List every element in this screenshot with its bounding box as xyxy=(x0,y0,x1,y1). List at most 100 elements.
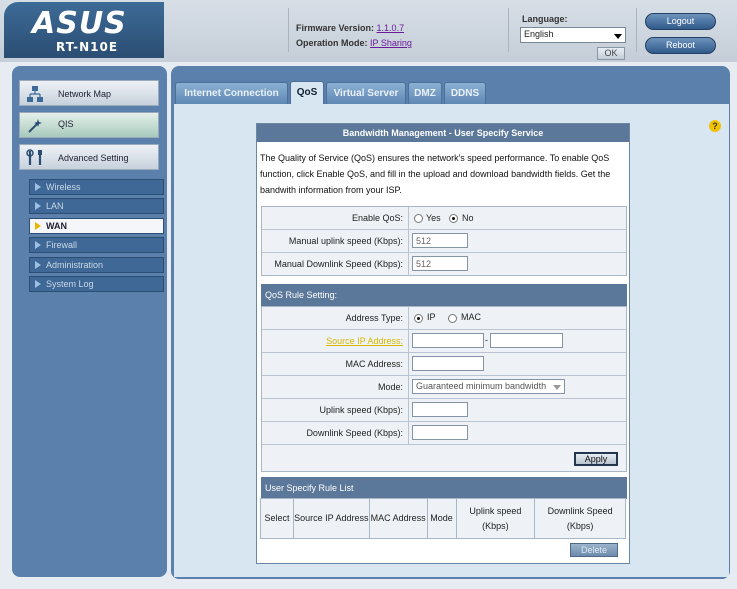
tab-internet-connection[interactable]: Internet Connection xyxy=(175,82,288,104)
triangle-right-icon xyxy=(35,261,41,269)
ip-range-separator: - xyxy=(485,335,488,345)
enable-qos-no-radio[interactable] xyxy=(449,214,458,223)
sidebar-item-system-log[interactable]: System Log xyxy=(29,276,164,292)
sidebar-item-wan[interactable]: WAN xyxy=(29,218,164,234)
sidebar-item-label: Administration xyxy=(46,260,104,270)
address-type-label: Address Type: xyxy=(345,313,403,323)
mac-address-row: MAC Address: xyxy=(262,353,626,376)
address-type-mac-radio[interactable] xyxy=(448,314,457,323)
operation-mode-row: Operation Mode: IP Sharing xyxy=(296,38,412,48)
column-header: Mode xyxy=(426,498,457,539)
column-header: Source IP Address xyxy=(292,498,370,539)
uplink-speed-label: Manual uplink speed (Kbps): xyxy=(288,236,403,246)
qos-rule-table: Address Type: IP MAC Source IP Address: … xyxy=(261,306,627,472)
rule-uplink-input[interactable] xyxy=(412,402,468,417)
chevron-down-icon xyxy=(614,34,622,39)
sidebar-item-lan[interactable]: LAN xyxy=(29,198,164,214)
ip-label: IP xyxy=(427,312,436,322)
operation-mode-label: Operation Mode: xyxy=(296,38,368,48)
tab-ddns[interactable]: DDNS xyxy=(444,82,486,104)
language-value: English xyxy=(524,29,554,39)
qos-settings-table: Enable QoS: Yes No Manual uplink speed (… xyxy=(261,206,627,276)
column-header: Select xyxy=(260,498,294,539)
source-ip-start-input[interactable] xyxy=(412,333,484,348)
column-header: Uplink speed (Kbps) xyxy=(455,498,536,539)
mode-select[interactable]: Guaranteed minimum bandwidth xyxy=(412,379,565,394)
help-icon[interactable]: ? xyxy=(709,120,721,132)
sidebar-item-label: WAN xyxy=(46,221,67,231)
table-header-row: Select Source IP Address MAC Address Mod… xyxy=(260,498,626,539)
rule-downlink-label: Downlink Speed (Kbps): xyxy=(306,428,403,438)
column-header: Downlink Speed (Kbps) xyxy=(534,498,626,539)
header-bar: ASUS RT-N10E Firmware Version: 1.1.0.7 O… xyxy=(0,0,737,62)
downlink-speed-row: Manual Downlink Speed (Kbps): xyxy=(262,253,626,276)
header-divider xyxy=(636,8,637,52)
header-divider xyxy=(288,8,289,52)
column-header: MAC Address xyxy=(368,498,428,539)
source-ip-row: Source IP Address: - xyxy=(262,330,626,353)
mac-address-label: MAC Address: xyxy=(345,359,403,369)
firmware-version-link[interactable]: 1.1.0.7 xyxy=(377,23,405,33)
rule-downlink-input[interactable] xyxy=(412,425,468,440)
panel-description: The Quality of Service (QoS) ensures the… xyxy=(260,153,611,195)
apply-button[interactable]: Apply xyxy=(574,452,618,466)
uplink-speed-row: Manual uplink speed (Kbps): xyxy=(262,230,626,253)
network-map-icon xyxy=(27,86,43,102)
triangle-right-icon xyxy=(35,202,41,210)
language-ok-button[interactable]: OK xyxy=(597,47,625,60)
reboot-button[interactable]: Reboot xyxy=(645,37,716,54)
brand-logo-box: ASUS RT-N10E xyxy=(4,2,164,58)
tab-virtual-server[interactable]: Virtual Server xyxy=(326,82,406,104)
operation-mode-link[interactable]: IP Sharing xyxy=(370,38,412,48)
mode-value: Guaranteed minimum bandwidth xyxy=(416,381,547,391)
sidebar-item-network-map[interactable]: Network Map xyxy=(19,80,159,106)
sidebar-item-wireless[interactable]: Wireless xyxy=(29,179,164,195)
logout-button[interactable]: Logout xyxy=(645,13,716,30)
mode-row: Mode: Guaranteed minimum bandwidth xyxy=(262,376,626,399)
tab-qos[interactable]: QoS xyxy=(290,81,324,105)
model-name: RT-N10E xyxy=(56,40,119,54)
sidebar-item-label: System Log xyxy=(46,279,94,289)
sidebar-item-firewall[interactable]: Firewall xyxy=(29,237,164,253)
delete-button[interactable]: Delete xyxy=(570,543,618,557)
source-ip-label[interactable]: Source IP Address: xyxy=(262,336,407,346)
qos-rule-setting-heading: QoS Rule Setting: xyxy=(261,284,627,306)
enable-qos-yes-radio[interactable] xyxy=(414,214,423,223)
uplink-speed-input[interactable] xyxy=(412,233,468,248)
sidebar-item-label: Wireless xyxy=(46,182,81,192)
triangle-right-icon xyxy=(35,183,41,191)
sidebar-item-label: Network Map xyxy=(58,89,112,99)
wand-icon xyxy=(28,119,42,133)
triangle-right-icon xyxy=(35,280,41,288)
rule-list-heading: User Specify Rule List xyxy=(261,477,627,499)
tools-icon xyxy=(26,149,42,165)
sidebar-item-administration[interactable]: Administration xyxy=(29,257,164,273)
tab-dmz[interactable]: DMZ xyxy=(408,82,442,104)
address-type-ip-radio[interactable] xyxy=(414,314,423,323)
panel-title: Bandwidth Management - User Specify Serv… xyxy=(257,124,629,142)
sidebar-item-label: LAN xyxy=(46,201,64,211)
yes-label: Yes xyxy=(426,213,441,223)
source-ip-end-input[interactable] xyxy=(490,333,563,348)
rule-uplink-row: Uplink speed (Kbps): xyxy=(262,399,626,422)
firmware-row: Firmware Version: 1.1.0.7 xyxy=(296,23,404,33)
no-label: No xyxy=(462,213,474,223)
language-select[interactable]: English xyxy=(520,27,626,43)
sidebar-item-advanced-setting[interactable]: Advanced Setting xyxy=(19,144,159,170)
triangle-right-icon xyxy=(35,241,41,249)
sidebar-item-label: Advanced Setting xyxy=(58,153,129,163)
rule-downlink-row: Downlink Speed (Kbps): xyxy=(262,422,626,445)
firmware-label: Firmware Version: xyxy=(296,23,375,33)
mac-address-input[interactable] xyxy=(412,356,484,371)
triangle-right-icon xyxy=(35,222,41,230)
language-label: Language: xyxy=(522,14,568,24)
downlink-speed-label: Manual Downlink Speed (Kbps): xyxy=(274,259,403,269)
sidebar-item-qis[interactable]: QIS xyxy=(19,112,159,138)
asus-logo: ASUS xyxy=(32,6,127,41)
sidebar: Network Map QIS Advanced Setting Wireles… xyxy=(12,66,167,577)
enable-qos-row: Enable QoS: Yes No xyxy=(262,207,626,230)
mac-label: MAC xyxy=(461,312,481,322)
mode-label: Mode: xyxy=(377,382,403,392)
enable-qos-label: Enable QoS: xyxy=(351,213,403,223)
downlink-speed-input[interactable] xyxy=(412,256,468,271)
